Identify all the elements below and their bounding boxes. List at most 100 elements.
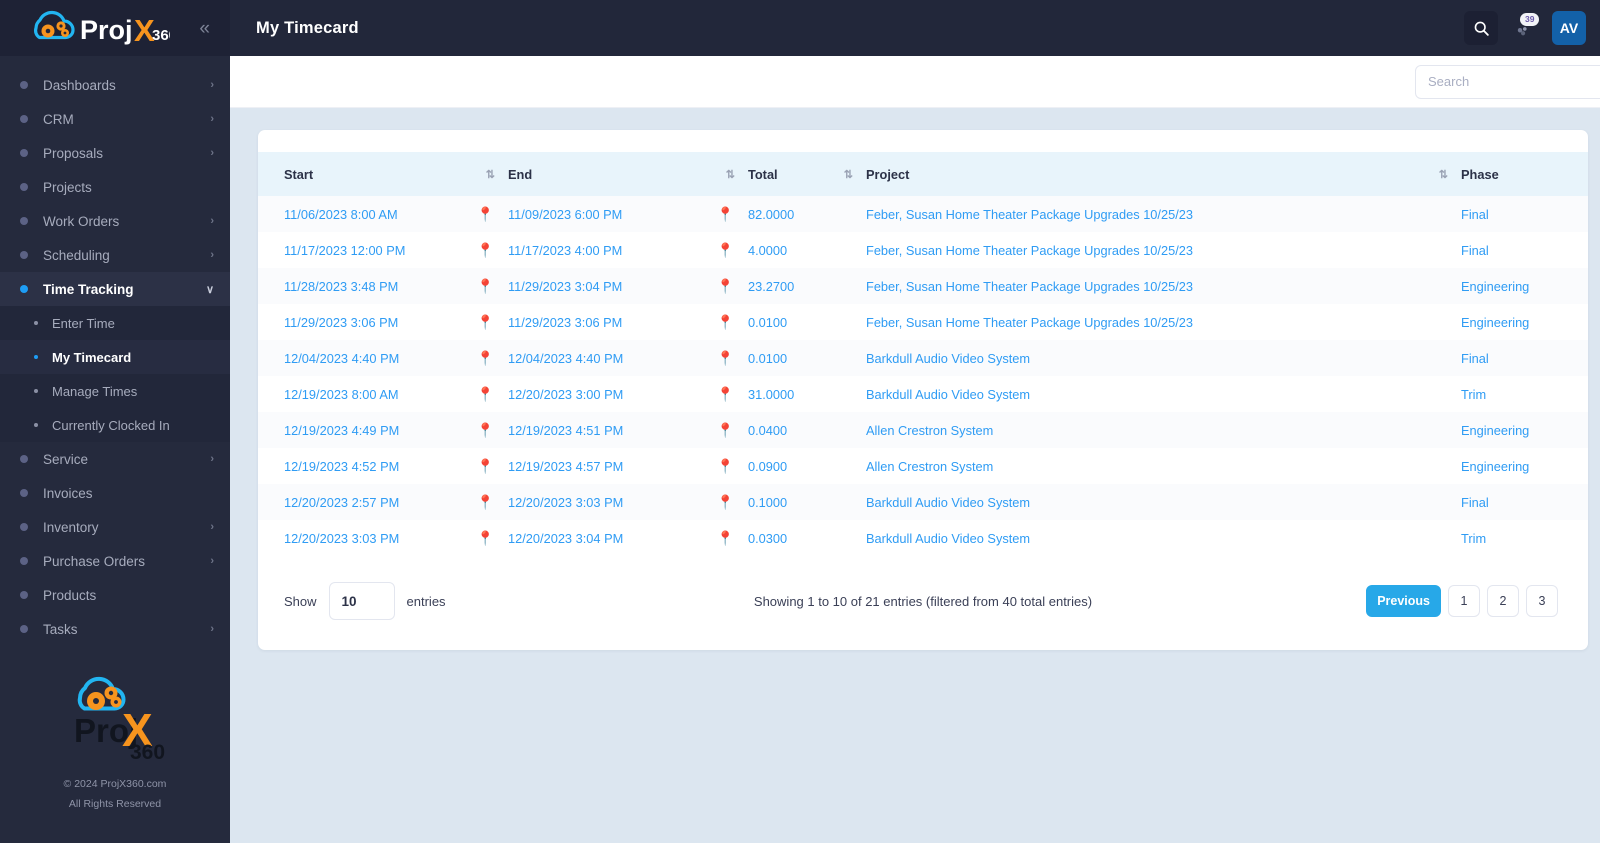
start-link[interactable]: 11/29/2023 3:06 PM: [284, 315, 398, 330]
map-pin-icon[interactable]: 📍: [477, 207, 494, 221]
end-link[interactable]: 11/29/2023 3:06 PM: [508, 315, 622, 330]
map-pin-icon[interactable]: 📍: [477, 531, 494, 545]
end-link[interactable]: 12/20/2023 3:00 PM: [508, 387, 623, 402]
map-pin-icon[interactable]: 📍: [717, 243, 734, 257]
sidebar-item-manage-times[interactable]: Manage Times: [0, 374, 230, 408]
project-link[interactable]: Feber, Susan Home Theater Package Upgrad…: [866, 315, 1193, 330]
phase-link[interactable]: Trim: [1461, 387, 1486, 402]
end-link[interactable]: 11/09/2023 6:00 PM: [508, 207, 622, 222]
project-link[interactable]: Feber, Susan Home Theater Package Upgrad…: [866, 243, 1193, 258]
sort-updown-icon[interactable]: ⇅: [1439, 168, 1448, 181]
sidebar-item-currently-clocked-in[interactable]: Currently Clocked In: [0, 408, 230, 442]
phase-link[interactable]: Engineering: [1461, 315, 1529, 330]
map-pin-icon[interactable]: 📍: [717, 351, 734, 365]
end-link[interactable]: 12/04/2023 4:40 PM: [508, 351, 623, 366]
start-link[interactable]: 12/04/2023 4:40 PM: [284, 351, 399, 366]
project-link[interactable]: Allen Crestron System: [866, 423, 993, 438]
table-row[interactable]: 11/29/2023 3:06 PM 📍 11/29/2023 3:06 PM 📍 0.…: [258, 304, 1588, 340]
start-link[interactable]: 12/19/2023 4:52 PM: [284, 459, 399, 474]
sidebar-item-products[interactable]: Products: [0, 578, 230, 612]
start-link[interactable]: 12/19/2023 8:00 AM: [284, 387, 399, 402]
notifications-button[interactable]: 39: [1504, 11, 1542, 45]
sidebar-item-dashboards[interactable]: Dashboards ›: [0, 68, 230, 102]
start-link[interactable]: 11/06/2023 8:00 AM: [284, 207, 398, 222]
map-pin-icon[interactable]: 📍: [717, 387, 734, 401]
end-link[interactable]: 12/19/2023 4:51 PM: [508, 423, 623, 438]
column-header-project[interactable]: Project ⇅: [866, 152, 1461, 196]
sidebar-item-purchase-orders[interactable]: Purchase Orders ›: [0, 544, 230, 578]
project-link[interactable]: Barkdull Audio Video System: [866, 351, 1030, 366]
total-link[interactable]: 4.0000: [748, 243, 787, 258]
sidebar-collapse-button[interactable]: «: [191, 15, 216, 42]
phase-link[interactable]: Engineering: [1461, 279, 1529, 294]
total-link[interactable]: 82.0000: [748, 207, 794, 222]
map-pin-icon[interactable]: 📍: [717, 531, 734, 545]
sidebar-item-scheduling[interactable]: Scheduling ›: [0, 238, 230, 272]
map-pin-icon[interactable]: 📍: [477, 351, 494, 365]
map-pin-icon[interactable]: 📍: [477, 423, 494, 437]
sidebar-item-service[interactable]: Service ›: [0, 442, 230, 476]
map-pin-icon[interactable]: 📍: [717, 207, 734, 221]
project-link[interactable]: Barkdull Audio Video System: [866, 387, 1030, 402]
end-link[interactable]: 11/17/2023 4:00 PM: [508, 243, 622, 258]
end-link[interactable]: 12/20/2023 3:04 PM: [508, 531, 623, 546]
end-link[interactable]: 12/19/2023 4:57 PM: [508, 459, 623, 474]
avatar[interactable]: AV: [1552, 11, 1586, 45]
sidebar-item-tasks[interactable]: Tasks ›: [0, 612, 230, 646]
table-row[interactable]: 12/04/2023 4:40 PM 📍 12/04/2023 4:40 PM 📍 0.…: [258, 340, 1588, 376]
map-pin-icon[interactable]: 📍: [717, 279, 734, 293]
phase-link[interactable]: Final: [1461, 495, 1489, 510]
sort-updown-icon[interactable]: ⇅: [726, 168, 735, 181]
sidebar-item-my-timecard[interactable]: My Timecard: [0, 340, 230, 374]
total-link[interactable]: 0.1000: [748, 495, 787, 510]
total-link[interactable]: 0.0100: [748, 351, 787, 366]
map-pin-icon[interactable]: 📍: [477, 459, 494, 473]
map-pin-icon[interactable]: 📍: [717, 315, 734, 329]
table-row[interactable]: 12/19/2023 4:52 PM 📍 12/19/2023 4:57 PM 📍 0.…: [258, 448, 1588, 484]
phase-link[interactable]: Final: [1461, 243, 1489, 258]
column-header-phase[interactable]: Phase: [1461, 152, 1588, 196]
sidebar-item-enter-time[interactable]: Enter Time: [0, 306, 230, 340]
map-pin-icon[interactable]: 📍: [477, 243, 494, 257]
map-pin-icon[interactable]: 📍: [717, 459, 734, 473]
map-pin-icon[interactable]: 📍: [477, 279, 494, 293]
pagination-page-2-button[interactable]: 2: [1487, 585, 1519, 617]
sidebar-item-crm[interactable]: CRM ›: [0, 102, 230, 136]
table-row[interactable]: 12/19/2023 8:00 AM 📍 12/20/2023 3:00 PM 📍 31…: [258, 376, 1588, 412]
project-link[interactable]: Feber, Susan Home Theater Package Upgrad…: [866, 207, 1193, 222]
map-pin-icon[interactable]: 📍: [717, 495, 734, 509]
table-row[interactable]: 12/20/2023 2:57 PM 📍 12/20/2023 3:03 PM 📍 0.…: [258, 484, 1588, 520]
sidebar-item-work-orders[interactable]: Work Orders ›: [0, 204, 230, 238]
map-pin-icon[interactable]: 📍: [477, 495, 494, 509]
start-link[interactable]: 12/19/2023 4:49 PM: [284, 423, 399, 438]
project-link[interactable]: Allen Crestron System: [866, 459, 993, 474]
phase-link[interactable]: Final: [1461, 351, 1489, 366]
table-row[interactable]: 11/28/2023 3:48 PM 📍 11/29/2023 3:04 PM 📍 23…: [258, 268, 1588, 304]
total-link[interactable]: 23.2700: [748, 279, 794, 294]
start-link[interactable]: 11/28/2023 3:48 PM: [284, 279, 398, 294]
end-link[interactable]: 11/29/2023 3:04 PM: [508, 279, 622, 294]
sidebar-item-inventory[interactable]: Inventory ›: [0, 510, 230, 544]
page-length-input[interactable]: [328, 582, 395, 620]
column-header-end[interactable]: End ⇅: [508, 152, 748, 196]
search-input[interactable]: [1415, 64, 1600, 99]
pagination-previous-button[interactable]: Previous: [1366, 585, 1441, 617]
phase-link[interactable]: Engineering: [1461, 459, 1529, 474]
table-row[interactable]: 11/17/2023 12:00 PM 📍 11/17/2023 4:00 PM 📍 4…: [258, 232, 1588, 268]
table-row[interactable]: 12/20/2023 3:03 PM 📍 12/20/2023 3:04 PM 📍 0.…: [258, 520, 1588, 556]
phase-link[interactable]: Trim: [1461, 531, 1486, 546]
project-link[interactable]: Feber, Susan Home Theater Package Upgrad…: [866, 279, 1193, 294]
sort-updown-icon[interactable]: ⇅: [844, 168, 853, 181]
total-link[interactable]: 0.0100: [748, 315, 787, 330]
total-link[interactable]: 0.0900: [748, 459, 787, 474]
end-link[interactable]: 12/20/2023 3:03 PM: [508, 495, 623, 510]
column-header-total[interactable]: Total ⇅: [748, 152, 866, 196]
total-link[interactable]: 0.0400: [748, 423, 787, 438]
phase-link[interactable]: Engineering: [1461, 423, 1529, 438]
topbar-search-button[interactable]: [1464, 11, 1498, 45]
map-pin-icon[interactable]: 📍: [717, 423, 734, 437]
start-link[interactable]: 11/17/2023 12:00 PM: [284, 243, 405, 258]
sidebar-item-proposals[interactable]: Proposals ›: [0, 136, 230, 170]
phase-link[interactable]: Final: [1461, 207, 1489, 222]
table-row[interactable]: 11/06/2023 8:00 AM 📍 11/09/2023 6:00 PM 📍 82…: [258, 196, 1588, 232]
